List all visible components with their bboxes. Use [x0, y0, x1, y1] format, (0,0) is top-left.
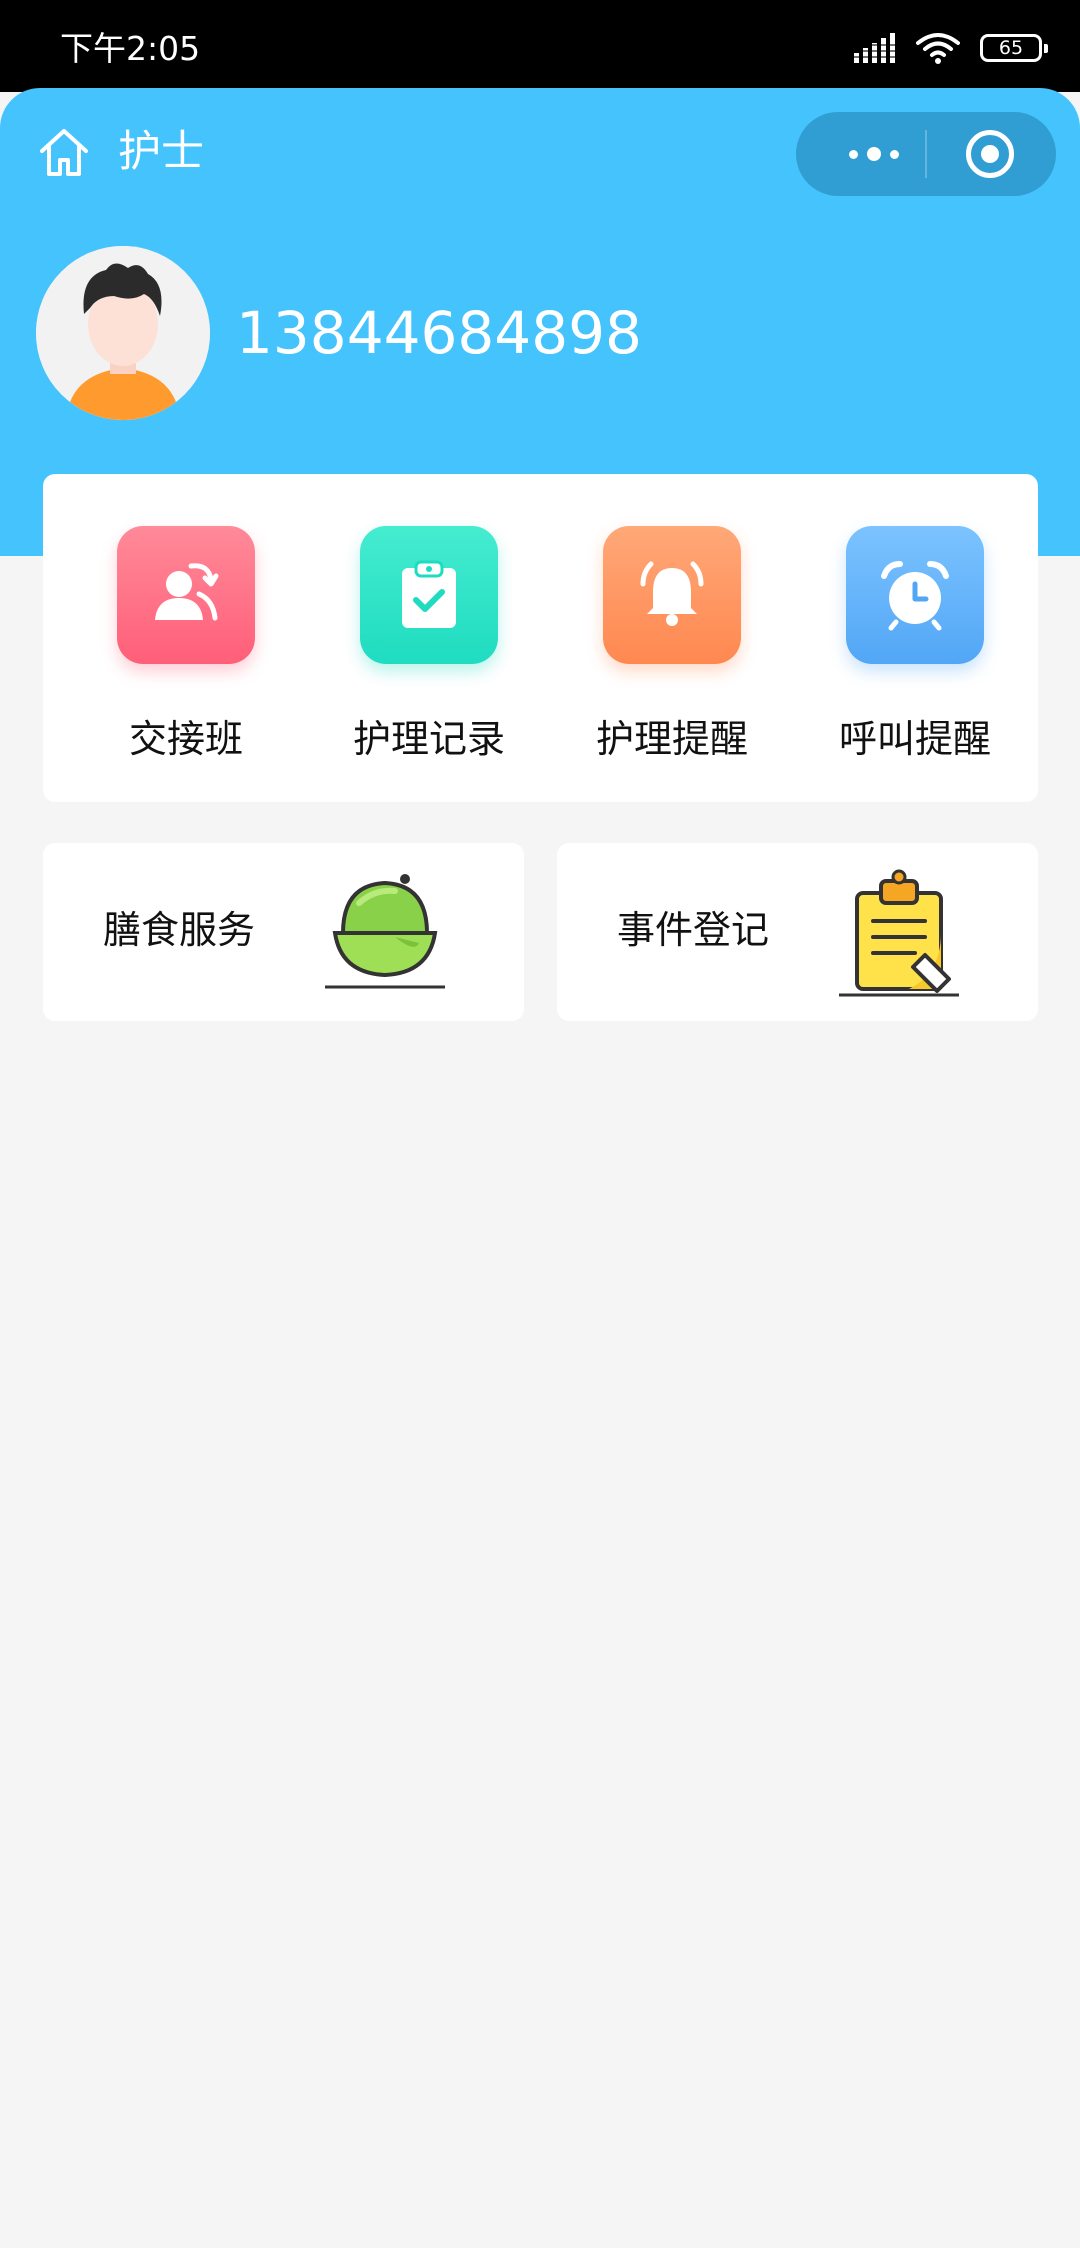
more-dot-icon [849, 149, 858, 159]
status-bar: 下午2:05 65 [0, 0, 1080, 92]
signal-icon [854, 33, 896, 63]
alarm-clock-icon [881, 561, 949, 631]
page-title: 护士 [118, 127, 204, 177]
nursing-reminder-tile [603, 526, 741, 664]
user-phone: 13844684898 [236, 299, 642, 367]
food-bowl-icon [325, 874, 445, 989]
capsule-divider [925, 130, 927, 178]
avatar[interactable] [36, 246, 210, 420]
more-dot-icon [867, 147, 881, 161]
menu-item-nursing-reminder[interactable]: 护理提醒 [539, 474, 782, 802]
user-avatar-icon [36, 246, 210, 420]
menu-item-handover[interactable]: 交接班 [53, 474, 296, 802]
event-register-label: 事件登记 [617, 908, 770, 952]
nursing-record-tile [360, 526, 498, 664]
battery-level: 65 [998, 37, 1024, 59]
event-register-card[interactable]: 事件登记 [557, 843, 1038, 1021]
home-icon[interactable] [36, 124, 92, 180]
menu-label: 呼叫提醒 [838, 717, 991, 761]
menu-item-call-reminder[interactable]: 呼叫提醒 [782, 474, 1025, 802]
more-button[interactable] [824, 112, 924, 196]
menu-label: 护理提醒 [595, 717, 748, 761]
menu-item-nursing-record[interactable]: 护理记录 [296, 474, 539, 802]
clipboard-check-icon [402, 560, 456, 628]
call-reminder-tile [846, 526, 984, 664]
status-time: 下午2:05 [60, 29, 201, 68]
meal-service-label: 膳食服务 [103, 908, 256, 952]
function-menu: 交接班 护理记录 护理提醒 呼叫提醒 [43, 474, 1038, 802]
battery-icon: 65 [980, 34, 1048, 62]
handover-tile [117, 526, 255, 664]
meal-service-card[interactable]: 膳食服务 [43, 843, 524, 1021]
menu-label: 交接班 [128, 717, 243, 761]
bell-icon [640, 561, 704, 626]
close-button[interactable] [966, 130, 1014, 178]
handover-icon [155, 563, 219, 621]
wifi-icon [916, 33, 960, 64]
clipboard-pen-icon [839, 869, 959, 997]
mini-program-capsule [796, 112, 1056, 196]
menu-label: 护理记录 [352, 717, 505, 761]
status-icons: 65 [854, 30, 1048, 66]
more-dot-icon [890, 149, 899, 159]
